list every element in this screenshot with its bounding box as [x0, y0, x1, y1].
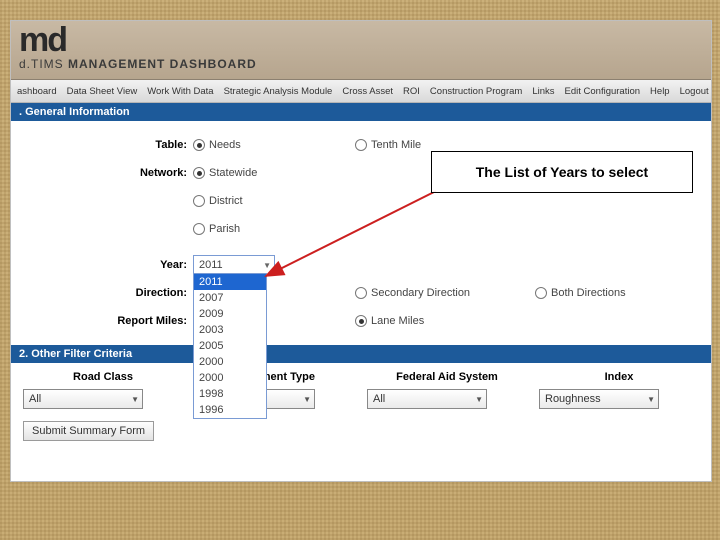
- app-window: md d.TIMS MANAGEMENT DASHBOARD ashboard …: [10, 20, 712, 482]
- brand-subtitle-prefix: d.TIMS: [19, 57, 64, 71]
- select-value: Roughness: [545, 393, 601, 405]
- year-listbox[interactable]: 2011 2007 2009 2003 2005 2000 2000 1998 …: [193, 273, 267, 419]
- radio-secondary-direction[interactable]: Secondary Direction: [355, 287, 470, 299]
- section-general-info: . General Information: [11, 103, 711, 121]
- radio-label: District: [209, 195, 243, 207]
- app-header: md d.TIMS MANAGEMENT DASHBOARD: [11, 21, 711, 80]
- radio-label: Lane Miles: [371, 315, 424, 327]
- radio-dot-icon: [193, 195, 205, 207]
- radio-tenth-mile[interactable]: Tenth Mile: [355, 139, 421, 151]
- year-option[interactable]: 1996: [194, 402, 266, 418]
- year-option[interactable]: 2000: [194, 370, 266, 386]
- menu-item[interactable]: Logout: [680, 86, 709, 97]
- chevron-down-icon: ▼: [131, 395, 139, 404]
- year-select-value: 2011: [199, 259, 223, 271]
- label-network: Network:: [15, 167, 193, 179]
- menu-item[interactable]: Construction Program: [430, 86, 522, 97]
- year-option[interactable]: 2007: [194, 290, 266, 306]
- menu-item[interactable]: Data Sheet View: [67, 86, 138, 97]
- menu-bar: ashboard Data Sheet View Work With Data …: [11, 80, 711, 103]
- radio-dot-icon: [355, 139, 367, 151]
- year-select[interactable]: 2011 ▼: [193, 255, 275, 275]
- radio-dot-icon: [355, 315, 367, 327]
- year-option[interactable]: 1998: [194, 386, 266, 402]
- year-option[interactable]: 2009: [194, 306, 266, 322]
- label-report-miles: Report Miles:: [15, 315, 193, 327]
- brand-subtitle: d.TIMS MANAGEMENT DASHBOARD: [19, 57, 257, 71]
- chevron-down-icon: ▼: [263, 261, 271, 270]
- filter-header: Federal Aid System: [367, 371, 527, 383]
- radio-needs[interactable]: Needs: [193, 139, 241, 151]
- radio-dot-icon: [193, 167, 205, 179]
- menu-item[interactable]: Links: [532, 86, 554, 97]
- menu-item[interactable]: ROI: [403, 86, 420, 97]
- annotation-text: The List of Years to select: [476, 164, 648, 180]
- radio-dot-icon: [193, 139, 205, 151]
- menu-item[interactable]: Edit Configuration: [565, 86, 641, 97]
- filter-header: Index: [539, 371, 699, 383]
- label-direction: Direction:: [15, 287, 193, 299]
- select-value: All: [29, 393, 41, 405]
- year-option[interactable]: 2005: [194, 338, 266, 354]
- radio-dot-icon: [355, 287, 367, 299]
- filters-grid: Road Class Pavement Type Federal Aid Sys…: [11, 363, 711, 413]
- radio-label: Needs: [209, 139, 241, 151]
- radio-district[interactable]: District: [193, 195, 243, 207]
- chevron-down-icon: ▼: [475, 395, 483, 404]
- annotation-callout: The List of Years to select: [431, 151, 693, 193]
- radio-label: Secondary Direction: [371, 287, 470, 299]
- section-filter-criteria: 2. Other Filter Criteria: [11, 345, 711, 363]
- menu-item[interactable]: Help: [650, 86, 670, 97]
- radio-label: Both Directions: [551, 287, 626, 299]
- year-option[interactable]: 2011: [194, 274, 266, 290]
- label-year: Year:: [15, 259, 193, 271]
- submit-summary-button[interactable]: Submit Summary Form: [23, 421, 154, 441]
- menu-item[interactable]: Strategic Analysis Module: [224, 86, 333, 97]
- radio-label: Parish: [209, 223, 240, 235]
- menu-item[interactable]: ashboard: [17, 86, 57, 97]
- radio-dot-icon: [535, 287, 547, 299]
- label-table: Table:: [15, 139, 193, 151]
- radio-dot-icon: [193, 223, 205, 235]
- index-select[interactable]: Roughness ▼: [539, 389, 659, 409]
- brand-logo: md: [19, 21, 66, 60]
- radio-parish[interactable]: Parish: [193, 223, 240, 235]
- menu-item[interactable]: Cross Asset: [342, 86, 393, 97]
- radio-both-directions[interactable]: Both Directions: [535, 287, 626, 299]
- radio-label: Statewide: [209, 167, 257, 179]
- federal-aid-select[interactable]: All ▼: [367, 389, 487, 409]
- submit-row: Submit Summary Form: [11, 413, 711, 449]
- brand-subtitle-main: MANAGEMENT DASHBOARD: [68, 57, 257, 71]
- year-option[interactable]: 2000: [194, 354, 266, 370]
- select-value: All: [373, 393, 385, 405]
- filter-header: Road Class: [23, 371, 183, 383]
- year-option[interactable]: 2003: [194, 322, 266, 338]
- menu-item[interactable]: Work With Data: [147, 86, 213, 97]
- chevron-down-icon: ▼: [647, 395, 655, 404]
- radio-label: Tenth Mile: [371, 139, 421, 151]
- road-class-select[interactable]: All ▼: [23, 389, 143, 409]
- chevron-down-icon: ▼: [303, 395, 311, 404]
- radio-statewide[interactable]: Statewide: [193, 167, 257, 179]
- radio-lane-miles[interactable]: Lane Miles: [355, 315, 424, 327]
